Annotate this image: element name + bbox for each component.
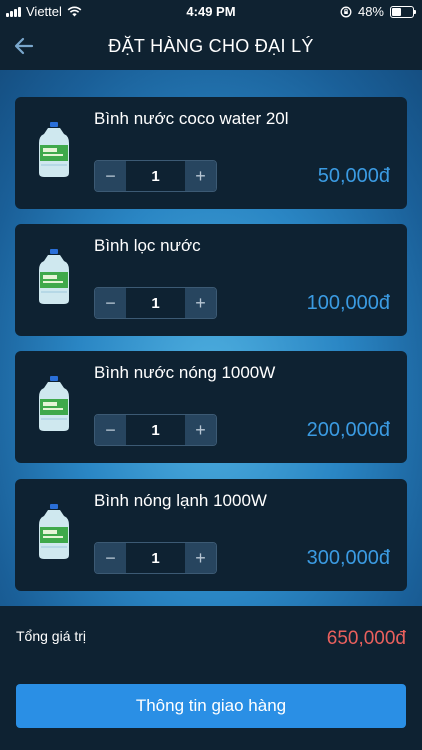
quantity-value[interactable]: 1 (126, 415, 185, 445)
quantity-stepper: − 1 + (94, 160, 217, 192)
product-name: Bình lọc nước (94, 236, 201, 255)
product-name: Bình nóng lạnh 1000W (94, 491, 267, 510)
total-value: 650,000đ (326, 628, 406, 649)
water-jug-icon (39, 376, 69, 431)
app-header: ĐẶT HÀNG CHO ĐẠI LÝ (0, 22, 422, 70)
increase-quantity-button[interactable]: + (185, 543, 216, 573)
product-price: 100,000đ (306, 292, 390, 314)
decrease-quantity-button[interactable]: − (95, 161, 126, 191)
product-price: 200,000đ (306, 419, 390, 441)
quantity-value[interactable]: 1 (126, 543, 185, 573)
total-label: Tổng giá trị (16, 628, 87, 644)
quantity-stepper: − 1 + (94, 414, 217, 446)
product-card: Bình lọc nước − 1 + 100,000đ (15, 224, 407, 336)
increase-quantity-button[interactable]: + (185, 161, 216, 191)
product-card: Bình nóng lạnh 1000W − 1 + 300,000đ (15, 479, 407, 591)
quantity-value[interactable]: 1 (126, 288, 185, 318)
product-name: Bình nước nóng 1000W (94, 363, 276, 382)
decrease-quantity-button[interactable]: − (95, 415, 126, 445)
decrease-quantity-button[interactable]: − (95, 288, 126, 318)
quantity-value[interactable]: 1 (126, 161, 185, 191)
order-summary: Tổng giá trị 650,000đ Thông tin giao hàn… (0, 606, 422, 750)
status-bar: Viettel 4:49 PM 48% (0, 0, 422, 22)
battery-percent: 48% (357, 4, 384, 19)
product-card: Bình nước coco water 20l − 1 + 50,000đ (15, 97, 407, 209)
product-price: 50,000đ (317, 165, 390, 187)
decrease-quantity-button[interactable]: − (95, 543, 126, 573)
water-jug-icon (39, 249, 69, 304)
product-name: Bình nước coco water 20l (94, 109, 289, 128)
delivery-info-button[interactable]: Thông tin giao hàng (16, 684, 406, 728)
water-jug-icon (39, 122, 69, 177)
orientation-lock-icon (340, 6, 352, 17)
increase-quantity-button[interactable]: + (185, 415, 216, 445)
quantity-stepper: − 1 + (94, 542, 217, 574)
page-title: ĐẶT HÀNG CHO ĐẠI LÝ (108, 36, 314, 56)
product-list: Bình nước coco water 20l − 1 + 50,000đ B… (0, 70, 422, 606)
battery-icon (390, 5, 416, 18)
product-price: 300,000đ (306, 547, 390, 569)
water-jug-icon (39, 504, 69, 559)
product-card: Bình nước nóng 1000W − 1 + 200,000đ (15, 351, 407, 463)
quantity-stepper: − 1 + (94, 287, 217, 319)
increase-quantity-button[interactable]: + (185, 288, 216, 318)
